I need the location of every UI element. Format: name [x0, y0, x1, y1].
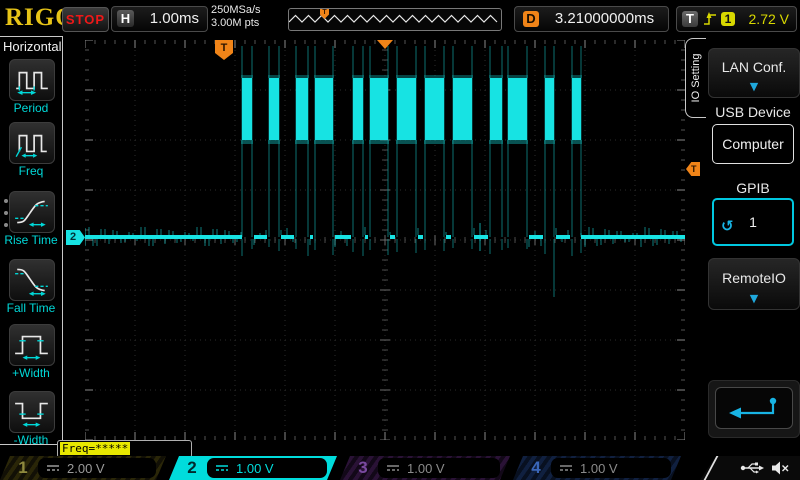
- menu-item-period[interactable]: Period: [0, 59, 62, 117]
- waveform-display: T: [85, 40, 685, 440]
- chevron-down-icon: ▼: [709, 293, 799, 304]
- divider: [702, 453, 720, 480]
- menu-item-lan-conf[interactable]: LAN Conf. ▼: [708, 48, 800, 98]
- left-menu: Horizontal Period Freq: [0, 36, 63, 445]
- timebase-readout: H 1.00ms: [111, 6, 208, 32]
- dc-coupling-icon: [559, 463, 573, 473]
- usb-device-value: Computer: [712, 124, 794, 164]
- gpib-value-box[interactable]: ↺ 1: [712, 198, 794, 246]
- channel-1-indicator[interactable]: 1 2.00 V: [0, 456, 166, 480]
- system-status-area: [700, 456, 800, 480]
- menu-item-remote-io[interactable]: RemoteIO ▼: [708, 258, 800, 310]
- left-menu-title: Horizontal: [3, 39, 62, 54]
- trigger-readout: T 1 2.72 V: [676, 6, 797, 32]
- d-label: D: [523, 11, 539, 27]
- channel-bar: 1 2.00 V 2 1.00 V 3 1.00 V 4 1.00 V: [0, 456, 800, 480]
- acquisition-readout: 250MSa/s 3.00M pts: [211, 4, 261, 30]
- return-arrow-icon: [723, 394, 787, 422]
- io-setting-tab: IO Setting: [685, 38, 706, 118]
- run-state-indicator: STOP: [62, 7, 109, 32]
- right-menu: LAN Conf. ▼ USB Device Computer GPIB ↺ 1…: [706, 36, 800, 460]
- channel-2-indicator[interactable]: 2 1.00 V: [169, 456, 337, 480]
- memory-depth: 3.00M pts: [211, 17, 261, 30]
- oscilloscope-screen: RIGOL STOP H 1.00ms 250MSa/s 3.00M pts T…: [0, 0, 800, 480]
- menu-item-rise-time[interactable]: Rise Time: [0, 191, 62, 249]
- fall-time-icon: [13, 264, 51, 296]
- channel-4-indicator[interactable]: 4 1.00 V: [513, 456, 681, 480]
- period-icon: [13, 64, 51, 96]
- menu-item-pos-width[interactable]: +Width: [0, 324, 62, 382]
- menu-item-neg-width[interactable]: -Width: [0, 391, 62, 449]
- freq-readout: Freq=*****: [60, 442, 130, 455]
- trigger-level-marker: T: [686, 162, 700, 176]
- t-label: T: [682, 11, 698, 27]
- menu-return-slot: [708, 380, 800, 438]
- svg-text:T: T: [221, 42, 228, 54]
- refresh-icon: ↺: [721, 204, 734, 248]
- usb-icon: [740, 461, 764, 475]
- dc-coupling-icon: [46, 463, 60, 473]
- freq-icon: [13, 127, 51, 159]
- rising-edge-icon: [703, 11, 718, 27]
- chevron-down-icon: ▼: [709, 81, 799, 92]
- pos-width-icon: [13, 329, 51, 361]
- top-status-bar: RIGOL STOP H 1.00ms 250MSa/s 3.00M pts T…: [0, 0, 800, 36]
- channel-2-position-marker: 2: [66, 230, 85, 245]
- menu-item-fall-time[interactable]: Fall Time: [0, 259, 62, 317]
- delay-readout: D 3.21000000ms: [514, 6, 669, 32]
- delay-value: 3.21000000ms: [549, 10, 660, 27]
- timebase-value: 1.00ms: [150, 10, 199, 27]
- neg-width-icon: [13, 396, 51, 428]
- h-label: H: [117, 10, 134, 27]
- dc-coupling-icon: [386, 463, 400, 473]
- menu-item-freq[interactable]: Freq: [0, 122, 62, 180]
- sample-rate: 250MSa/s: [211, 4, 261, 17]
- dc-coupling-icon: [215, 463, 229, 473]
- waveform-preview-bar: T: [288, 8, 502, 31]
- trigger-level-value: 2.72 V: [749, 11, 789, 27]
- speaker-muted-icon: [772, 461, 790, 475]
- channel-3-indicator[interactable]: 3 1.00 V: [340, 456, 510, 480]
- trigger-source-badge: 1: [721, 12, 735, 26]
- rise-time-icon: [13, 196, 51, 228]
- return-button[interactable]: [715, 387, 793, 429]
